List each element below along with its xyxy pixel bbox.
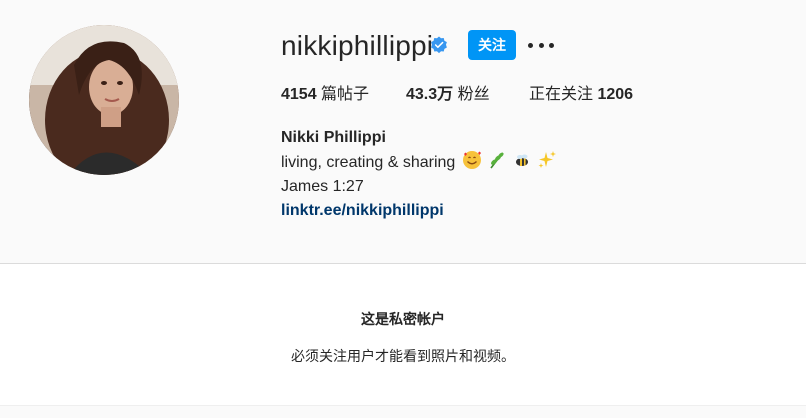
follow-button[interactable]: 关注 <box>468 30 516 60</box>
private-account-title: 这是私密帐户 <box>361 311 445 327</box>
bottom-strip <box>0 405 806 418</box>
more-dot <box>528 42 533 48</box>
bio-line-2: James 1:27 <box>281 178 364 195</box>
posts-label: 篇帖子 <box>321 86 370 103</box>
sparkles-emoji-icon <box>538 151 557 168</box>
stat-following[interactable]: 正在关注 1206 <box>529 85 633 105</box>
followers-label: 粉丝 <box>457 86 490 103</box>
more-dot <box>549 42 554 48</box>
bio-line-1-text: living, creating & sharing <box>281 154 456 171</box>
following-label: 正在关注 <box>529 86 594 103</box>
verified-badge-icon <box>431 36 447 54</box>
stat-followers[interactable]: 43.3万 粉丝 <box>406 85 490 105</box>
more-options-icon[interactable] <box>528 34 554 56</box>
avatar-photo <box>29 25 179 175</box>
bio-line-1: living, creating & sharing <box>281 150 761 175</box>
profile-full-name: Nikki Phillippi <box>281 129 386 146</box>
profile-bio: Nikki Phillippi living, creating & shari… <box>281 126 761 223</box>
bee-emoji-icon <box>515 154 528 166</box>
followers-count: 43.3万 <box>406 86 454 103</box>
profile-avatar[interactable] <box>29 25 179 175</box>
posts-count: 4154 <box>281 86 317 103</box>
stat-posts: 4154 篇帖子 <box>281 85 369 105</box>
profile-header: nikkiphillippi 关注 4154 篇帖子 43.3万 粉丝 正在关注… <box>0 0 806 263</box>
bio-external-link[interactable]: linktr.ee/nikkiphillippi <box>281 199 761 223</box>
smiling-face-hearts-emoji-icon <box>462 151 481 169</box>
more-dot <box>538 42 544 48</box>
private-account-notice: 这是私密帐户 必须关注用户才能看到照片和视频。 <box>0 264 806 405</box>
profile-username: nikkiphillippi <box>281 30 434 61</box>
private-account-subtitle: 必须关注用户才能看到照片和视频。 <box>291 348 515 364</box>
herb-emoji-icon <box>490 152 504 169</box>
following-count: 1206 <box>597 86 634 103</box>
